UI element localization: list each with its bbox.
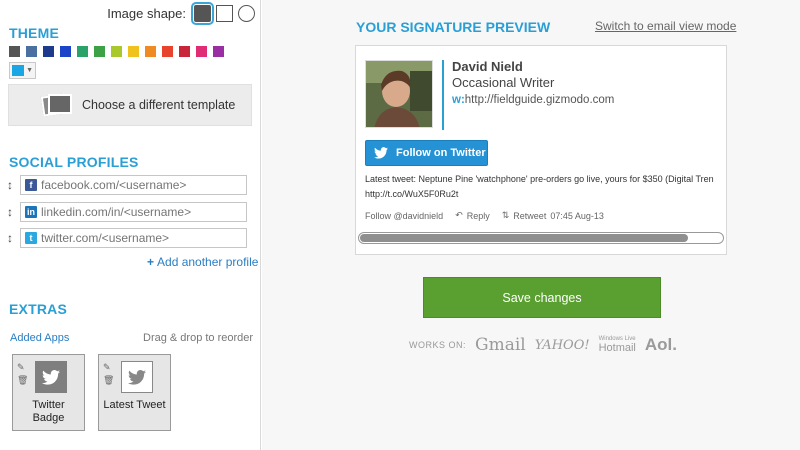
- follow-handle-link[interactable]: Follow @davidnield: [365, 211, 443, 221]
- follow-button-label: Follow on Twitter: [396, 147, 486, 159]
- follow-on-twitter-button[interactable]: Follow on Twitter: [365, 140, 488, 166]
- twitter-icon: t: [25, 232, 37, 244]
- social-profile-row-linkedin: ↕ in: [5, 202, 247, 222]
- color-swatch[interactable]: [111, 46, 122, 57]
- color-swatch[interactable]: [128, 46, 139, 57]
- retweet-icon[interactable]: ⇅: [502, 210, 510, 221]
- drag-handle-icon[interactable]: ↕: [5, 205, 15, 219]
- twitter-bird-icon: [366, 147, 396, 159]
- shape-square-option[interactable]: [216, 5, 233, 22]
- extras-heading: EXTRAS: [9, 301, 67, 317]
- color-swatch[interactable]: [26, 46, 37, 57]
- trash-icon[interactable]: 🗑: [103, 374, 114, 387]
- color-swatch[interactable]: [60, 46, 71, 57]
- app-card-twitter-badge[interactable]: ✎ 🗑 Twitter Badge: [12, 354, 85, 431]
- color-swatch[interactable]: [213, 46, 224, 57]
- hotmail-logo-text: Hotmail: [598, 342, 636, 354]
- website-link[interactable]: http://fieldguide.gizmodo.com: [465, 94, 615, 106]
- tweet-timestamp: 07:45 Aug-13: [550, 210, 604, 221]
- color-swatch[interactable]: [94, 46, 105, 57]
- added-apps-tab[interactable]: Added Apps: [10, 332, 69, 344]
- switch-view-link[interactable]: Switch to email view mode: [595, 19, 736, 33]
- add-profile-link[interactable]: + Add another profile: [147, 255, 258, 269]
- signature-website: w:http://fieldguide.gizmodo.com: [452, 94, 614, 106]
- color-swatch[interactable]: [145, 46, 156, 57]
- add-profile-label: Add another profile: [157, 255, 259, 269]
- app-name-line1: Twitter: [32, 399, 65, 411]
- works-on-strip: WORKS ON: Gmail YAHOO! Windows Live Hotm…: [409, 335, 677, 355]
- signature-name: David Nield: [452, 59, 523, 74]
- signature-divider: [442, 60, 444, 130]
- drag-reorder-note: Drag & drop to reorder: [143, 332, 254, 344]
- linkedin-input[interactable]: [41, 205, 241, 219]
- latest-tweet-label: Latest tweet:: [365, 174, 417, 184]
- signature-role: Occasional Writer: [452, 75, 555, 90]
- image-shape-label: Image shape:: [107, 6, 186, 21]
- twitter-field: t: [20, 228, 247, 248]
- template-icon: [40, 92, 72, 118]
- social-profile-row-twitter: ↕ t: [5, 228, 247, 248]
- social-profiles-heading: SOCIAL PROFILES: [9, 154, 139, 170]
- latest-tweet-link[interactable]: http://t.co/WuX5F0Ru2t: [365, 187, 725, 202]
- app-name-line1: Latest Tweet: [103, 399, 166, 411]
- color-swatch[interactable]: [162, 46, 173, 57]
- latest-tweet-icon: [121, 361, 153, 393]
- scrollbar-thumb[interactable]: [360, 234, 688, 242]
- signature-preview-box: David Nield Occasional Writer w:http://f…: [355, 45, 727, 255]
- tweet-actions: Follow @davidnield ↶ Reply ⇅ Retweet 07:…: [365, 210, 604, 221]
- yahoo-mail-logo: YAHOO!: [534, 337, 590, 353]
- save-changes-button[interactable]: Save changes: [423, 277, 661, 318]
- color-swatch[interactable]: [196, 46, 207, 57]
- shape-rounded-square-option[interactable]: [191, 2, 214, 25]
- website-prefix: w:: [452, 94, 465, 106]
- chevron-down-icon: ▼: [26, 67, 33, 74]
- reply-icon[interactable]: ↶: [455, 210, 463, 221]
- choose-template-button[interactable]: Choose a different template: [8, 84, 252, 126]
- twitter-input[interactable]: [41, 231, 241, 245]
- settings-panel: Image shape: THEME ▼ Choose a different …: [0, 0, 261, 450]
- choose-template-label: Choose a different template: [82, 98, 236, 112]
- facebook-field: f: [20, 175, 247, 195]
- color-swatches: ▼: [9, 46, 249, 79]
- latest-tweet: Latest tweet: Neptune Pine 'watchphone' …: [365, 172, 725, 202]
- theme-heading: THEME: [9, 25, 59, 41]
- preview-panel: YOUR SIGNATURE PREVIEW Switch to email v…: [262, 0, 800, 450]
- linkedin-field: in: [20, 202, 247, 222]
- profile-photo: [365, 60, 433, 128]
- aol-logo: Aol.: [644, 335, 677, 354]
- retweet-link[interactable]: Retweet: [513, 211, 546, 221]
- social-profile-row-facebook: ↕ f: [5, 175, 247, 195]
- signature-preview-heading: YOUR SIGNATURE PREVIEW: [356, 19, 551, 35]
- selected-color-swatch: [12, 65, 25, 76]
- latest-tweet-text: Neptune Pine 'watchphone' pre-orders go …: [418, 174, 714, 184]
- hotmail-logo: Windows Live Hotmail: [599, 336, 636, 354]
- horizontal-scrollbar[interactable]: [358, 232, 724, 244]
- facebook-icon: f: [25, 179, 37, 191]
- color-swatch[interactable]: [77, 46, 88, 57]
- trash-icon[interactable]: 🗑: [17, 374, 28, 387]
- twitter-badge-icon: [35, 361, 67, 393]
- reply-link[interactable]: Reply: [467, 211, 490, 221]
- linkedin-icon: in: [25, 206, 37, 218]
- facebook-input[interactable]: [41, 178, 241, 192]
- custom-color-picker[interactable]: ▼: [9, 62, 36, 79]
- edit-pencil-icon[interactable]: ✎: [103, 361, 114, 374]
- color-swatch[interactable]: [43, 46, 54, 57]
- image-shape-selector: Image shape:: [0, 2, 255, 25]
- color-swatch[interactable]: [9, 46, 20, 57]
- app-name-line2: Badge: [32, 412, 65, 424]
- gmail-logo: Gmail: [475, 335, 526, 355]
- plus-icon: +: [147, 255, 155, 269]
- drag-handle-icon[interactable]: ↕: [5, 178, 15, 192]
- works-on-label: WORKS ON:: [409, 340, 467, 350]
- color-swatch[interactable]: [179, 46, 190, 57]
- app-card-latest-tweet[interactable]: ✎ 🗑 Latest Tweet: [98, 354, 171, 431]
- edit-pencil-icon[interactable]: ✎: [17, 361, 28, 374]
- drag-handle-icon[interactable]: ↕: [5, 231, 15, 245]
- shape-circle-option[interactable]: [238, 5, 255, 22]
